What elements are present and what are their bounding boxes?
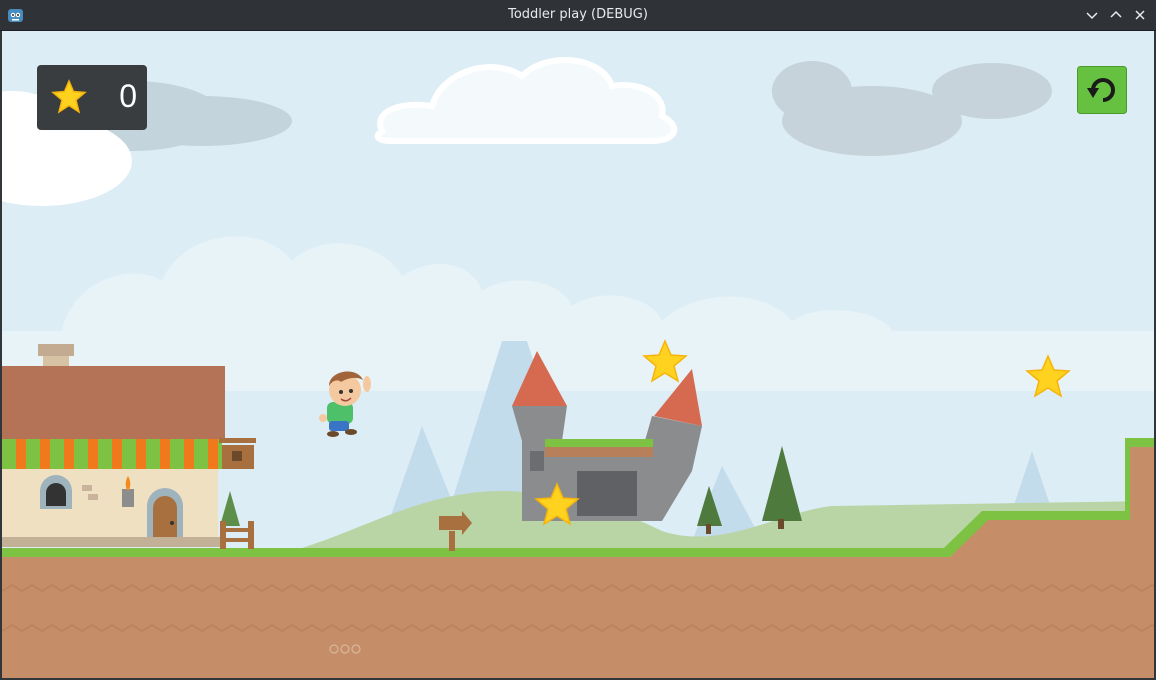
title-bar: Toddler play (DEBUG) bbox=[0, 0, 1156, 31]
window-title: Toddler play (DEBUG) bbox=[508, 7, 648, 22]
star-count: 0 bbox=[119, 78, 137, 114]
house bbox=[2, 344, 256, 549]
close-button[interactable] bbox=[1131, 6, 1149, 24]
game-viewport[interactable] bbox=[2, 31, 1154, 678]
game-scene bbox=[2, 31, 1154, 678]
score-panel: 0 bbox=[37, 65, 147, 130]
maximize-button[interactable] bbox=[1107, 6, 1125, 24]
minimize-button[interactable] bbox=[1083, 6, 1101, 24]
floating-platform bbox=[545, 439, 653, 457]
star-icon bbox=[51, 79, 87, 114]
restart-button[interactable] bbox=[1077, 66, 1127, 114]
game-window: Toddler play (DEBUG) 0 bbox=[0, 0, 1156, 680]
awning bbox=[2, 439, 222, 469]
